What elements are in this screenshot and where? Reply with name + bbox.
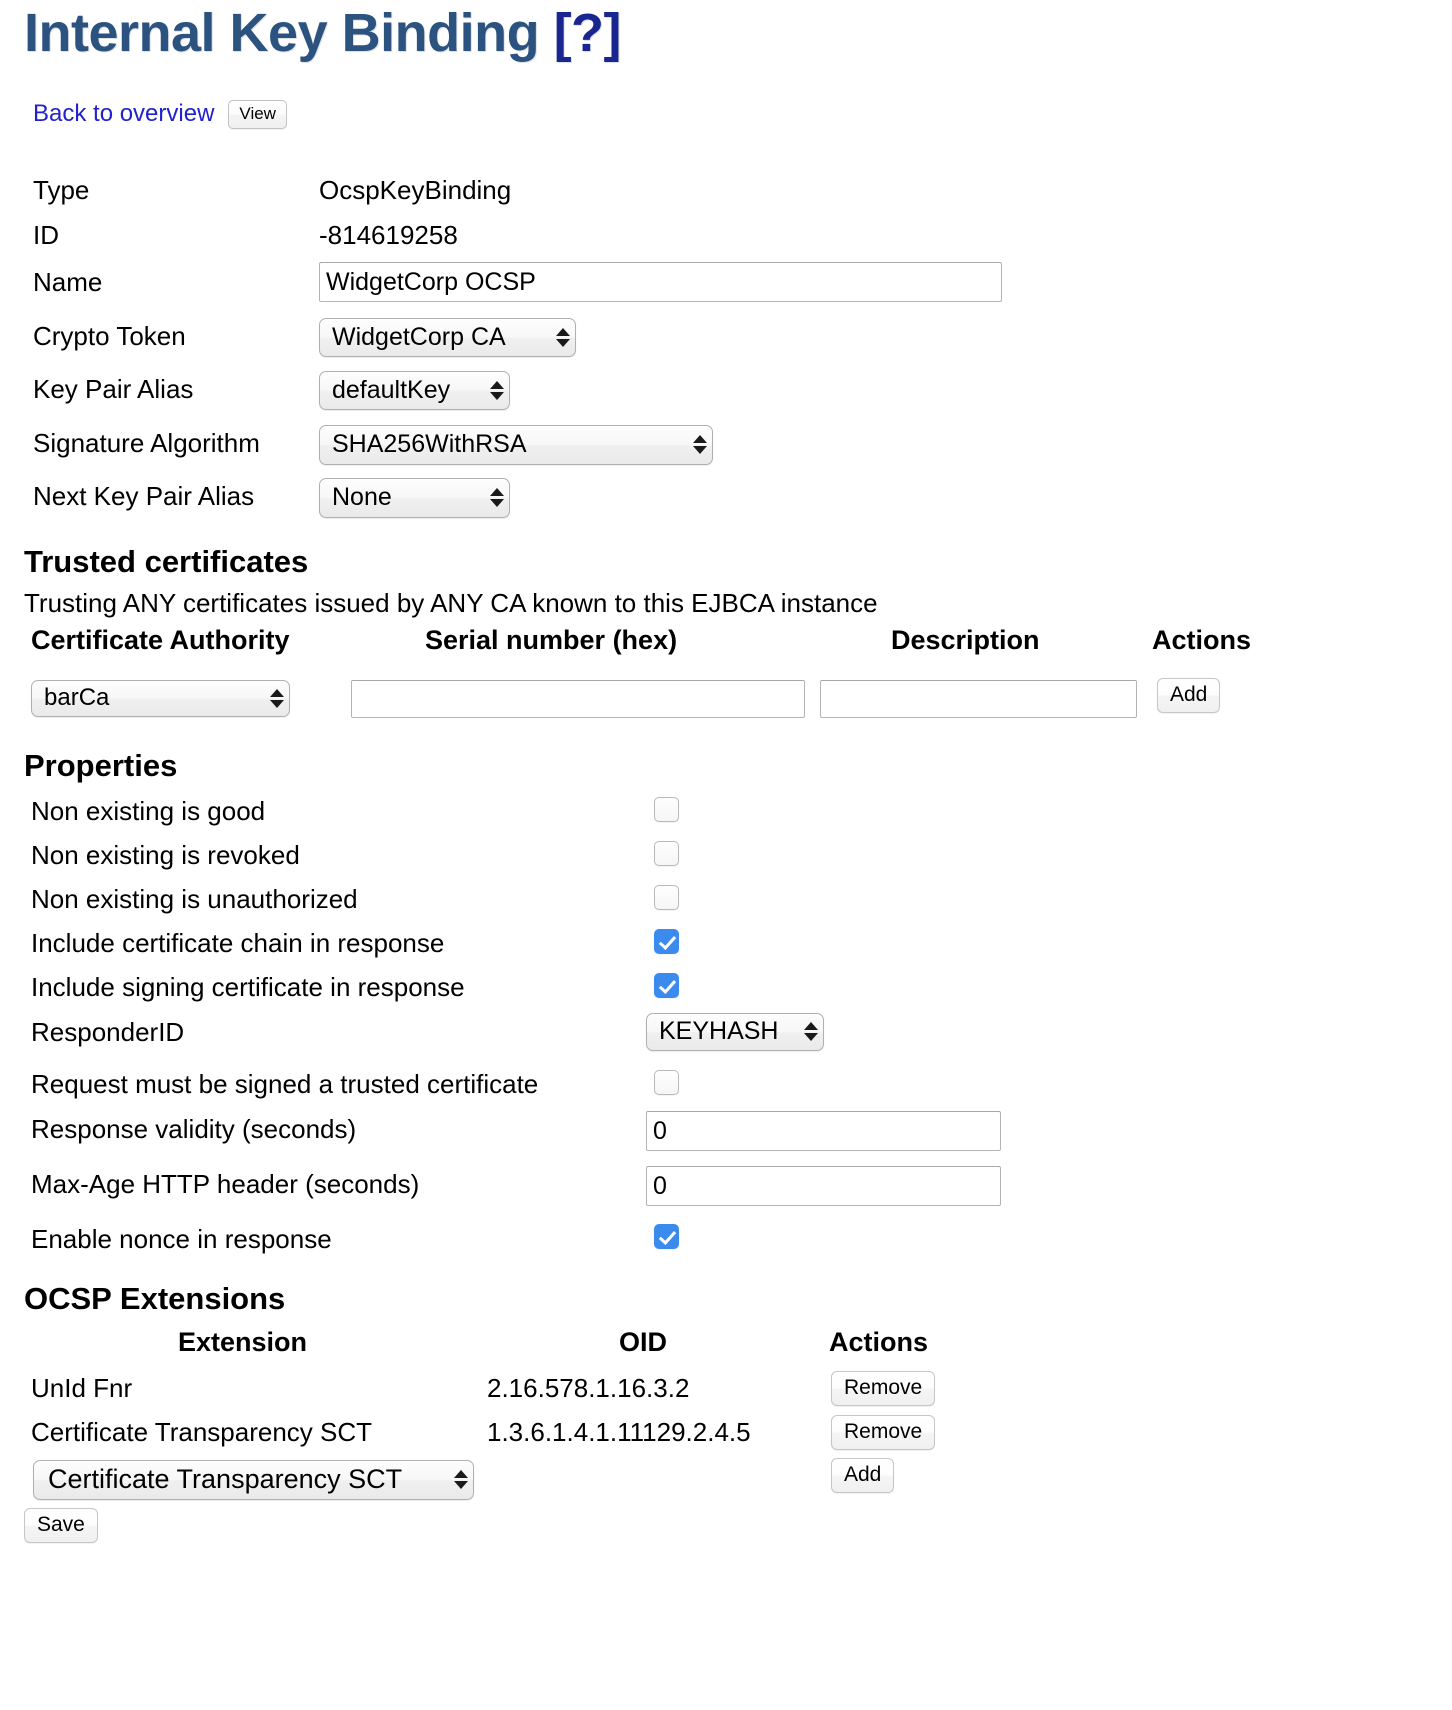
response-validity-input[interactable] (646, 1111, 1001, 1151)
select-stepper-icon (269, 688, 285, 708)
ocsp-extension-oid-0: 2.16.578.1.16.3.2 (487, 1373, 690, 1403)
crypto-token-select-value: WidgetCorp CA (332, 322, 506, 351)
page-title: Internal Key Binding [?] (24, 2, 622, 64)
checkbox-enable-nonce[interactable] (654, 1224, 679, 1249)
max-age-input[interactable] (646, 1166, 1001, 1206)
help-marker[interactable]: [?] (554, 3, 622, 63)
col-header-serial-number: Serial number (hex) (425, 625, 678, 655)
ocsp-extension-oid-1: 1.3.6.1.4.1.11129.2.4.5 (487, 1417, 751, 1447)
ocsp-extension-name-0: UnId Fnr (31, 1373, 133, 1403)
trusted-cert-ca-select[interactable]: barCa (31, 680, 290, 717)
field-row-name: Name (0, 262, 1452, 306)
ocsp-extensions-heading: OCSP Extensions (24, 1281, 286, 1316)
field-row-signature-algorithm: Signature Algorithm SHA256WithRSA (0, 425, 1452, 469)
ocsp-extension-new-select-value: Certificate Transparency SCT (48, 1464, 403, 1494)
signature-algorithm-select[interactable]: SHA256WithRSA (319, 425, 713, 465)
select-stepper-icon (489, 380, 505, 400)
ocsp-extension-remove-button-0[interactable]: Remove (831, 1371, 936, 1406)
checkbox-request-must-be-signed[interactable] (654, 1070, 679, 1095)
page-title-text: Internal Key Binding (24, 3, 540, 63)
field-row-id: ID -814619258 (0, 222, 1452, 266)
property-label-include-cert-chain: Include certificate chain in response (31, 928, 445, 958)
col-header-oid: OID (619, 1327, 668, 1357)
col-header-description: Description (891, 625, 1040, 655)
ocsp-extension-remove-button-1[interactable]: Remove (831, 1415, 936, 1450)
select-stepper-icon (803, 1022, 819, 1041)
name-label: Name (33, 267, 103, 297)
crypto-token-label: Crypto Token (33, 321, 186, 351)
responder-id-select-value: KEYHASH (659, 1017, 779, 1045)
checkbox-non-existing-is-good[interactable] (654, 797, 679, 822)
responder-id-label: ResponderID (31, 1017, 185, 1047)
sub-toolbar: Back to overview View (33, 100, 287, 129)
checkbox-non-existing-is-unauthorized[interactable] (654, 885, 679, 910)
trusted-cert-description-input[interactable] (820, 680, 1137, 718)
type-label: Type (33, 175, 90, 205)
properties-heading: Properties (24, 748, 178, 783)
responder-id-select[interactable]: KEYHASH (646, 1013, 824, 1051)
id-label: ID (33, 220, 59, 250)
key-pair-alias-select[interactable]: defaultKey (319, 371, 510, 410)
trusted-cert-add-button[interactable]: Add (1157, 678, 1221, 713)
select-stepper-icon (692, 435, 708, 454)
ocsp-extension-new-select[interactable]: Certificate Transparency SCT (33, 1460, 474, 1500)
name-input[interactable] (319, 262, 1002, 302)
type-value: OcspKeyBinding (319, 175, 512, 205)
next-key-pair-alias-select-value: None (332, 483, 392, 511)
col-header-actions: Actions (1152, 625, 1252, 655)
checkbox-include-signing-certificate[interactable] (654, 973, 679, 998)
save-button[interactable]: Save (24, 1508, 98, 1543)
view-button[interactable]: View (228, 100, 287, 129)
select-stepper-icon (489, 488, 505, 507)
col-header-extension: Extension (178, 1327, 308, 1357)
trusted-cert-serial-input[interactable] (351, 680, 805, 718)
property-label-non-existing-revoked: Non existing is revoked (31, 840, 300, 870)
field-row-type: Type OcspKeyBinding (0, 177, 1452, 221)
next-key-pair-alias-label: Next Key Pair Alias (33, 481, 255, 511)
trusted-certificates-heading: Trusted certificates (24, 544, 309, 579)
key-pair-alias-select-value: defaultKey (332, 375, 451, 404)
internal-key-binding-page: Internal Key Binding [?] Back to overvie… (0, 0, 1452, 1710)
key-pair-alias-label: Key Pair Alias (33, 374, 194, 404)
trusted-cert-ca-select-value: barCa (44, 684, 110, 711)
trusted-certificates-note: Trusting ANY certificates issued by ANY … (24, 588, 878, 618)
ocsp-extension-name-1: Certificate Transparency SCT (31, 1417, 373, 1447)
property-label-non-existing-good: Non existing is good (31, 796, 266, 826)
field-row-next-key-pair-alias: Next Key Pair Alias None (0, 478, 1452, 522)
select-stepper-icon (453, 1470, 469, 1489)
id-value: -814619258 (319, 220, 458, 250)
property-label-non-existing-unauthorized: Non existing is unauthorized (31, 884, 358, 914)
signature-algorithm-label: Signature Algorithm (33, 428, 260, 458)
back-to-overview-link[interactable]: Back to overview (33, 100, 214, 128)
property-label-include-signing-cert: Include signing certificate in response (31, 972, 465, 1002)
ocsp-extension-add-button[interactable]: Add (831, 1458, 895, 1493)
checkbox-non-existing-is-revoked[interactable] (654, 841, 679, 866)
request-must-be-signed-label: Request must be signed a trusted certifi… (31, 1069, 539, 1099)
signature-algorithm-select-value: SHA256WithRSA (332, 430, 527, 458)
field-row-crypto-token: Crypto Token WidgetCorp CA (0, 318, 1452, 362)
col-header-certificate-authority: Certificate Authority (31, 625, 290, 655)
response-validity-label: Response validity (seconds) (31, 1114, 357, 1144)
select-stepper-icon (555, 327, 571, 347)
next-key-pair-alias-select[interactable]: None (319, 478, 510, 518)
field-row-key-pair-alias: Key Pair Alias defaultKey (0, 371, 1452, 415)
col-header-ocsp-actions: Actions (829, 1327, 929, 1357)
enable-nonce-label: Enable nonce in response (31, 1224, 332, 1254)
max-age-label: Max-Age HTTP header (seconds) (31, 1169, 420, 1199)
crypto-token-select[interactable]: WidgetCorp CA (319, 318, 576, 357)
checkbox-include-certificate-chain[interactable] (654, 929, 679, 954)
